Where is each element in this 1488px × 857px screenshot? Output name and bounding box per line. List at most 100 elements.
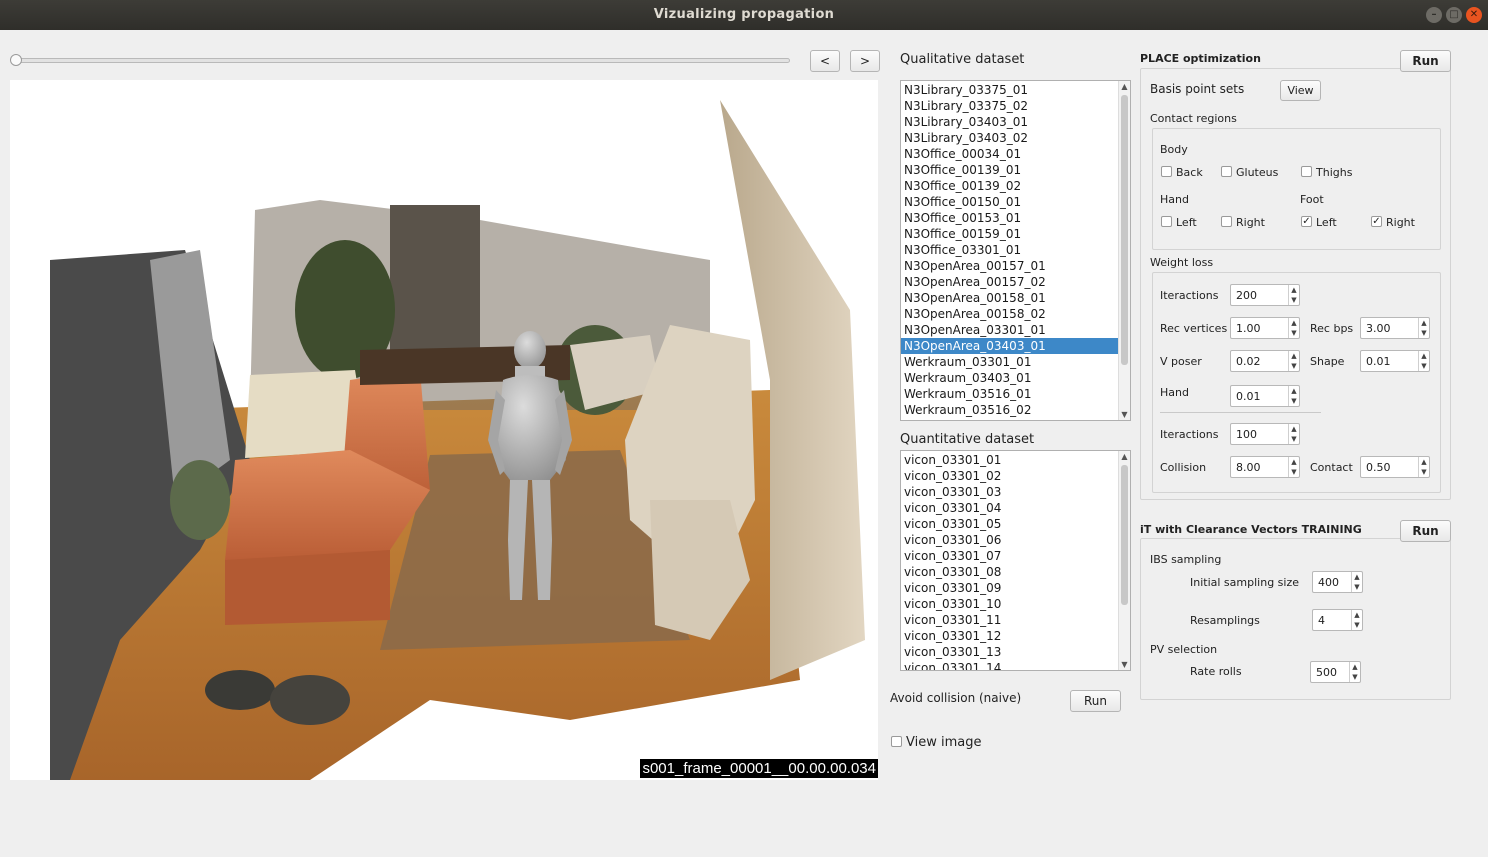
scroll-thumb[interactable] [1121,95,1128,365]
it-run-button[interactable]: Run [1400,520,1451,542]
place-run-button[interactable]: Run [1400,50,1451,72]
basis-view-button[interactable]: View [1280,80,1321,101]
list-item[interactable]: vicon_03301_09 [901,580,1130,596]
foot-left-checkbox[interactable]: ✓ [1301,216,1312,227]
list-item[interactable]: N3Office_00153_01 [901,210,1130,226]
list-item[interactable]: N3OpenArea_03403_01 [901,338,1130,354]
quantitative-label: Quantitative dataset [900,432,1035,447]
iterations-spinbox[interactable]: 200 ▲ ▼ [1230,284,1300,306]
scroll-up-icon[interactable]: ▲ [1119,82,1130,91]
scroll-thumb[interactable] [1121,465,1128,605]
it-title: iT with Clearance Vectors TRAINING [1140,523,1362,536]
qualitative-scrollbar[interactable]: ▲ ▼ [1118,81,1130,420]
list-item[interactable]: N3Office_00034_01 [901,146,1130,162]
resamplings-label: Resamplings [1190,614,1260,627]
rec-bps-spinbox[interactable]: 3.00 ▲ ▼ [1360,317,1430,339]
quantitative-list[interactable]: vicon_03301_01 vicon_03301_02 vicon_03301_… [900,450,1131,671]
list-item[interactable]: vicon_03301_11 [901,612,1130,628]
frame-slider[interactable] [12,58,790,63]
v-poser-spinbox[interactable]: 0.02 ▲ ▼ [1230,350,1300,372]
resamplings-spinbox[interactable]: 4 ▲ ▼ [1312,609,1363,631]
maximize-icon[interactable]: □ [1446,7,1462,23]
scroll-up-icon[interactable]: ▲ [1119,452,1130,461]
frame-slider-handle[interactable] [10,54,22,66]
hand-weight-spinbox[interactable]: 0.01 ▲ ▼ [1230,385,1300,407]
list-item[interactable]: N3Office_00139_01 [901,162,1130,178]
contact-weight-label: Contact [1310,461,1353,474]
scroll-down-icon[interactable]: ▼ [1119,660,1130,669]
collision-spinbox[interactable]: 8.00 ▲ ▼ [1230,456,1300,478]
title-bar: Vizualizing propagation – □ ✕ [0,0,1488,30]
list-item[interactable]: vicon_03301_01 [901,452,1130,468]
list-item[interactable]: Werkraum_03403_01 [901,370,1130,386]
list-item[interactable]: N3Library_03403_02 [901,130,1130,146]
foot-right-label: Right [1386,216,1415,229]
hand-label: Hand [1160,193,1189,206]
rate-rolls-spinbox[interactable]: 500 ▲ ▼ [1310,661,1361,683]
list-item[interactable]: N3OpenArea_00157_02 [901,274,1130,290]
close-icon[interactable]: ✕ [1466,7,1482,23]
list-item[interactable]: vicon_03301_08 [901,564,1130,580]
v-poser-label: V poser [1160,355,1202,368]
list-item[interactable]: N3Office_03301_01 [901,242,1130,258]
avoid-collision-run-button[interactable]: Run [1070,690,1121,712]
next-frame-button[interactable]: > [850,50,880,72]
list-item[interactable]: vicon_03301_14 [901,660,1130,670]
initial-sampling-spinbox[interactable]: 400 ▲ ▼ [1312,571,1363,593]
hand-weight-label: Hand [1160,386,1189,399]
list-item[interactable]: vicon_03301_03 [901,484,1130,500]
list-item[interactable]: N3Library_03375_01 [901,82,1130,98]
scene-viewer[interactable]: s001_frame_00001__00.00.00.034 [10,80,878,780]
thighs-checkbox[interactable] [1301,166,1312,177]
list-item[interactable]: vicon_03301_05 [901,516,1130,532]
iterations-label: Iteractions [1160,289,1219,302]
list-item[interactable]: N3OpenArea_00158_01 [901,290,1130,306]
list-item[interactable]: vicon_03301_07 [901,548,1130,564]
view-image-label: View image [906,735,982,750]
foot-left-label: Left [1316,216,1337,229]
ibs-sampling-label: IBS sampling [1150,553,1222,566]
rec-vertices-label: Rec vertices [1160,322,1228,335]
weight-loss-label: Weight loss [1150,256,1214,269]
rec-vertices-spinbox[interactable]: 1.00 ▲ ▼ [1230,317,1300,339]
list-item[interactable]: Werkraum_03516_02 [901,402,1130,418]
list-item[interactable]: vicon_03301_02 [901,468,1130,484]
list-item[interactable]: N3OpenArea_03301_01 [901,322,1130,338]
hand-right-checkbox[interactable] [1221,216,1232,227]
list-item[interactable]: Werkraum_03301_01 [901,354,1130,370]
pv-selection-label: PV selection [1150,643,1218,656]
list-item[interactable]: N3Office_00150_01 [901,194,1130,210]
list-item[interactable]: N3Office_00139_02 [901,178,1130,194]
contact-regions-group [1152,128,1441,250]
list-item[interactable]: Werkraum_03516_01 [901,386,1130,402]
hand-left-label: Left [1176,216,1197,229]
list-item[interactable]: N3Office_00159_01 [901,226,1130,242]
shape-spinbox[interactable]: 0.01 ▲ ▼ [1360,350,1430,372]
list-item[interactable]: vicon_03301_06 [901,532,1130,548]
contact-weight-spinbox[interactable]: 0.50 ▲ ▼ [1360,456,1430,478]
scroll-down-icon[interactable]: ▼ [1119,410,1130,419]
hand-left-checkbox[interactable] [1161,216,1172,227]
list-item[interactable]: N3OpenArea_00157_01 [901,258,1130,274]
foot-right-checkbox[interactable]: ✓ [1371,216,1382,227]
list-item[interactable]: N3Library_03403_01 [901,114,1130,130]
list-item[interactable]: vicon_03301_04 [901,500,1130,516]
list-item[interactable]: vicon_03301_13 [901,644,1130,660]
quantitative-scrollbar[interactable]: ▲ ▼ [1118,451,1130,670]
basis-point-sets-label: Basis point sets [1150,82,1245,96]
list-item[interactable]: N3Library_03375_02 [901,98,1130,114]
iterations2-spinbox[interactable]: 100 ▲ ▼ [1230,423,1300,445]
rate-rolls-label: Rate rolls [1190,665,1242,678]
list-item[interactable]: vicon_03301_10 [901,596,1130,612]
view-image-checkbox[interactable] [891,736,902,747]
place-title: PLACE optimization [1140,52,1261,65]
gluteus-checkbox[interactable] [1221,166,1232,177]
frame-label: s001_frame_00001__00.00.00.034 [640,759,878,778]
back-checkbox[interactable] [1161,166,1172,177]
list-item[interactable]: N3OpenArea_00158_02 [901,306,1130,322]
qualitative-list[interactable]: N3Library_03375_01 N3Library_03375_02 N3Li… [900,80,1131,421]
minimize-icon[interactable]: – [1426,7,1442,23]
collision-label: Collision [1160,461,1207,474]
prev-frame-button[interactable]: < [810,50,840,72]
list-item[interactable]: vicon_03301_12 [901,628,1130,644]
